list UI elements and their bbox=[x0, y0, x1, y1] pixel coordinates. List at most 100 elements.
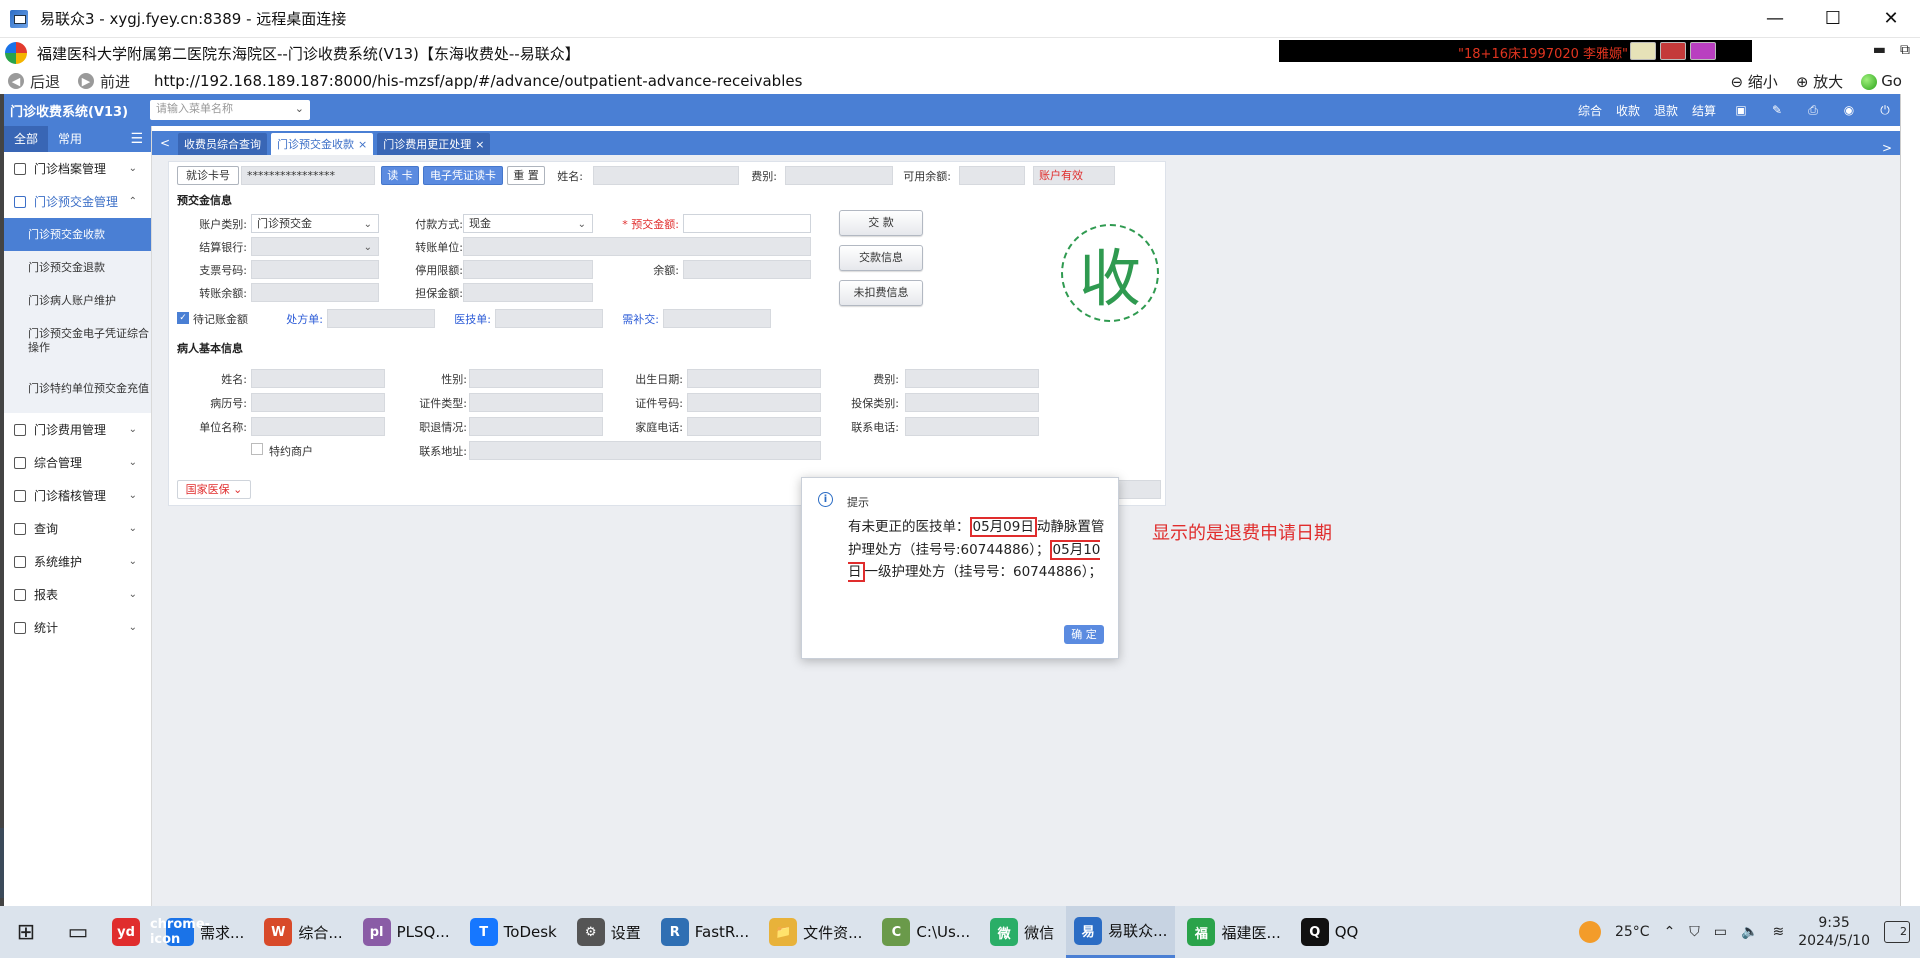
taskbar-app[interactable]: 福福建医... bbox=[1179, 906, 1288, 958]
minimize-button[interactable]: — bbox=[1746, 0, 1804, 38]
forward-button[interactable]: ▶ 前进 bbox=[78, 71, 130, 92]
taskbar-app[interactable]: yd bbox=[104, 906, 154, 958]
mail-alert-icon[interactable] bbox=[1660, 42, 1686, 60]
tab-scroll-left-icon[interactable]: < bbox=[152, 131, 178, 155]
weather-icon[interactable] bbox=[1578, 921, 1601, 943]
print-icon[interactable]: ⎙ bbox=[1802, 103, 1824, 118]
patient-section-title: 病人基本信息 bbox=[177, 342, 243, 355]
tab-fee-correction[interactable]: 门诊费用更正处理 × bbox=[377, 133, 491, 155]
taskbar-app-label: PLSQ... bbox=[396, 923, 450, 941]
national-insurance-select[interactable]: 国家医保 ⌄ bbox=[177, 480, 251, 499]
pending-checkbox[interactable]: ✓ bbox=[177, 312, 189, 324]
sidebar-subitem-e-voucher[interactable]: 门诊预交金电子凭证综合操作 bbox=[4, 317, 151, 365]
name-label: 姓名: bbox=[557, 170, 583, 183]
header-link-receive[interactable]: 收款 bbox=[1616, 102, 1640, 119]
mail-icon[interactable] bbox=[1630, 42, 1656, 60]
advance-receive-panel: 就诊卡号 **************** 读 卡 电子凭证读卡 重 置 姓名:… bbox=[168, 161, 1166, 506]
app-icon: C bbox=[882, 918, 911, 946]
chevron-down-icon: ⌄ bbox=[128, 163, 137, 174]
pay-info-button[interactable]: 交款信息 bbox=[839, 245, 923, 271]
header-link-settle[interactable]: 结算 bbox=[1692, 102, 1716, 119]
taskbar-app[interactable]: W 综合... bbox=[256, 906, 350, 958]
info-icon: i bbox=[818, 492, 833, 507]
go-button[interactable]: Go bbox=[1861, 72, 1902, 90]
windows-start-icon[interactable]: ⊞ bbox=[0, 906, 52, 958]
sidebar-item-archive[interactable]: 门诊档案管理 ⌄ bbox=[4, 152, 151, 185]
e-voucher-read-button[interactable]: 电子凭证读卡 bbox=[423, 166, 503, 185]
eye-icon[interactable]: ◉ bbox=[1838, 103, 1860, 117]
sidebar-item-audit[interactable]: 门诊稽核管理 ⌄ bbox=[4, 479, 151, 512]
window-restore-icon[interactable]: ⧉ bbox=[1900, 42, 1910, 58]
taskbar-app[interactable]: ⚙ 设置 bbox=[569, 906, 649, 958]
sidebar-tab-all[interactable]: 全部 bbox=[4, 126, 48, 152]
remote-desktop-icon bbox=[10, 9, 28, 28]
taskbar-app[interactable]: 微微信 bbox=[982, 906, 1062, 958]
close-tab-icon[interactable]: × bbox=[358, 138, 367, 151]
taskbar-app[interactable]: Q QQ bbox=[1293, 906, 1367, 958]
sidebar-subitem-advance-receive[interactable]: 门诊预交金收款 bbox=[4, 218, 151, 251]
zoom-in-button[interactable]: ⊕ 放大 bbox=[1796, 71, 1843, 92]
shield-icon[interactable]: ⛉ bbox=[1689, 924, 1700, 940]
back-button[interactable]: ◀ 后退 bbox=[8, 71, 60, 92]
ok-button[interactable]: 确 定 bbox=[1064, 625, 1104, 644]
tools-icon[interactable]: ✎ bbox=[1766, 103, 1788, 117]
pay-button[interactable]: 交 款 bbox=[839, 210, 923, 236]
tab-advance-receive[interactable]: 门诊预交金收款 × bbox=[271, 133, 374, 155]
read-card-button[interactable]: 读 卡 bbox=[381, 166, 419, 185]
address-bar[interactable]: http://192.168.189.187:8000/his-mzsf/app… bbox=[154, 72, 802, 90]
sidebar-item-fee[interactable]: 门诊费用管理 ⌄ bbox=[4, 413, 151, 446]
menu-toggle-icon[interactable]: ☰ bbox=[130, 131, 143, 147]
window-minimize-icon[interactable]: ▬ bbox=[1873, 42, 1886, 58]
battery-icon[interactable]: ▭ bbox=[1714, 924, 1727, 940]
sidebar-item-maintenance[interactable]: 系统维护 ⌄ bbox=[4, 545, 151, 578]
header-link-general[interactable]: 综合 bbox=[1578, 102, 1602, 119]
reset-button[interactable]: 重 置 bbox=[507, 166, 545, 185]
temperature[interactable]: 25°C bbox=[1615, 924, 1650, 940]
menu-search-input[interactable]: 请输入菜单名称 ⌄ bbox=[150, 100, 310, 120]
sidebar-subitem-account-maintain[interactable]: 门诊病人账户维护 bbox=[4, 284, 151, 317]
vip-checkbox[interactable] bbox=[251, 443, 263, 455]
notification-icon[interactable]: 2 bbox=[1884, 921, 1910, 943]
account-type-select[interactable]: 门诊预交金 ⌄ bbox=[251, 214, 379, 233]
tab-cashier-query[interactable]: 收费员综合查询 bbox=[178, 133, 267, 155]
taskbar-app[interactable]: chrome-icon 需求... bbox=[150, 906, 252, 958]
taskbar-app[interactable]: 易易联众... bbox=[1066, 906, 1176, 958]
zoom-out-button[interactable]: ⊖ 缩小 bbox=[1730, 71, 1777, 92]
sidebar-tab-common[interactable]: 常用 bbox=[48, 126, 92, 152]
taskbar-app[interactable]: T ToDesk bbox=[462, 906, 565, 958]
sidebar-item-query[interactable]: 查询 ⌄ bbox=[4, 512, 151, 545]
sidebar-subitem-advance-refund[interactable]: 门诊预交金退款 bbox=[4, 251, 151, 284]
close-tab-icon[interactable]: × bbox=[475, 138, 484, 151]
card-type-select[interactable]: 就诊卡号 bbox=[177, 166, 239, 185]
settle-bank-select[interactable]: ⌄ bbox=[251, 237, 379, 256]
close-button[interactable]: ✕ bbox=[1862, 0, 1920, 38]
card-number-input[interactable]: **************** bbox=[241, 166, 375, 185]
taskbar-app[interactable]: pl PLSQ... bbox=[355, 906, 458, 958]
pay-method-select[interactable]: 现金 ⌄ bbox=[463, 214, 593, 233]
taskbar-app[interactable]: 📁 文件资... bbox=[761, 906, 870, 958]
tab-scroll-right-icon[interactable]: > bbox=[1874, 141, 1900, 155]
chevron-down-icon: ⌄ bbox=[233, 483, 243, 496]
pay-method-label: 付款方式: bbox=[415, 218, 463, 231]
sidebar-item-report[interactable]: 报表 ⌄ bbox=[4, 578, 151, 611]
maximize-button[interactable]: ☐ bbox=[1804, 0, 1862, 38]
monitor-icon bbox=[14, 555, 26, 568]
taskbar-app[interactable]: R FastR... bbox=[653, 906, 757, 958]
calculator-icon[interactable]: ▣ bbox=[1730, 103, 1752, 117]
magnifier-plus-icon: ⊕ bbox=[1795, 72, 1809, 91]
advance-amount-input[interactable] bbox=[683, 214, 811, 233]
sidebar-item-advance[interactable]: 门诊预交金管理 ⌃ bbox=[4, 185, 151, 218]
sidebar-subitem-special-unit[interactable]: 门诊特约单位预交金充值 bbox=[4, 365, 151, 413]
sidebar-item-general[interactable]: 综合管理 ⌄ bbox=[4, 446, 151, 479]
speaker-icon[interactable]: 🔈 bbox=[1741, 924, 1758, 940]
header-link-refund[interactable]: 退款 bbox=[1654, 102, 1678, 119]
clock[interactable]: 9:35 2024/5/10 bbox=[1798, 914, 1870, 950]
power-icon[interactable]: ⏻ bbox=[1874, 103, 1896, 118]
task-view-icon[interactable]: ▭ bbox=[52, 906, 104, 958]
mail-close-icon[interactable] bbox=[1690, 42, 1716, 60]
chevron-up-icon[interactable]: ⌃ bbox=[1664, 924, 1676, 940]
sidebar-item-stats[interactable]: 统计 ⌄ bbox=[4, 611, 151, 644]
network-icon[interactable]: ≋ bbox=[1772, 924, 1784, 940]
taskbar-app[interactable]: C C:\Us... bbox=[874, 906, 978, 958]
undeducted-info-button[interactable]: 未扣费信息 bbox=[839, 280, 923, 306]
